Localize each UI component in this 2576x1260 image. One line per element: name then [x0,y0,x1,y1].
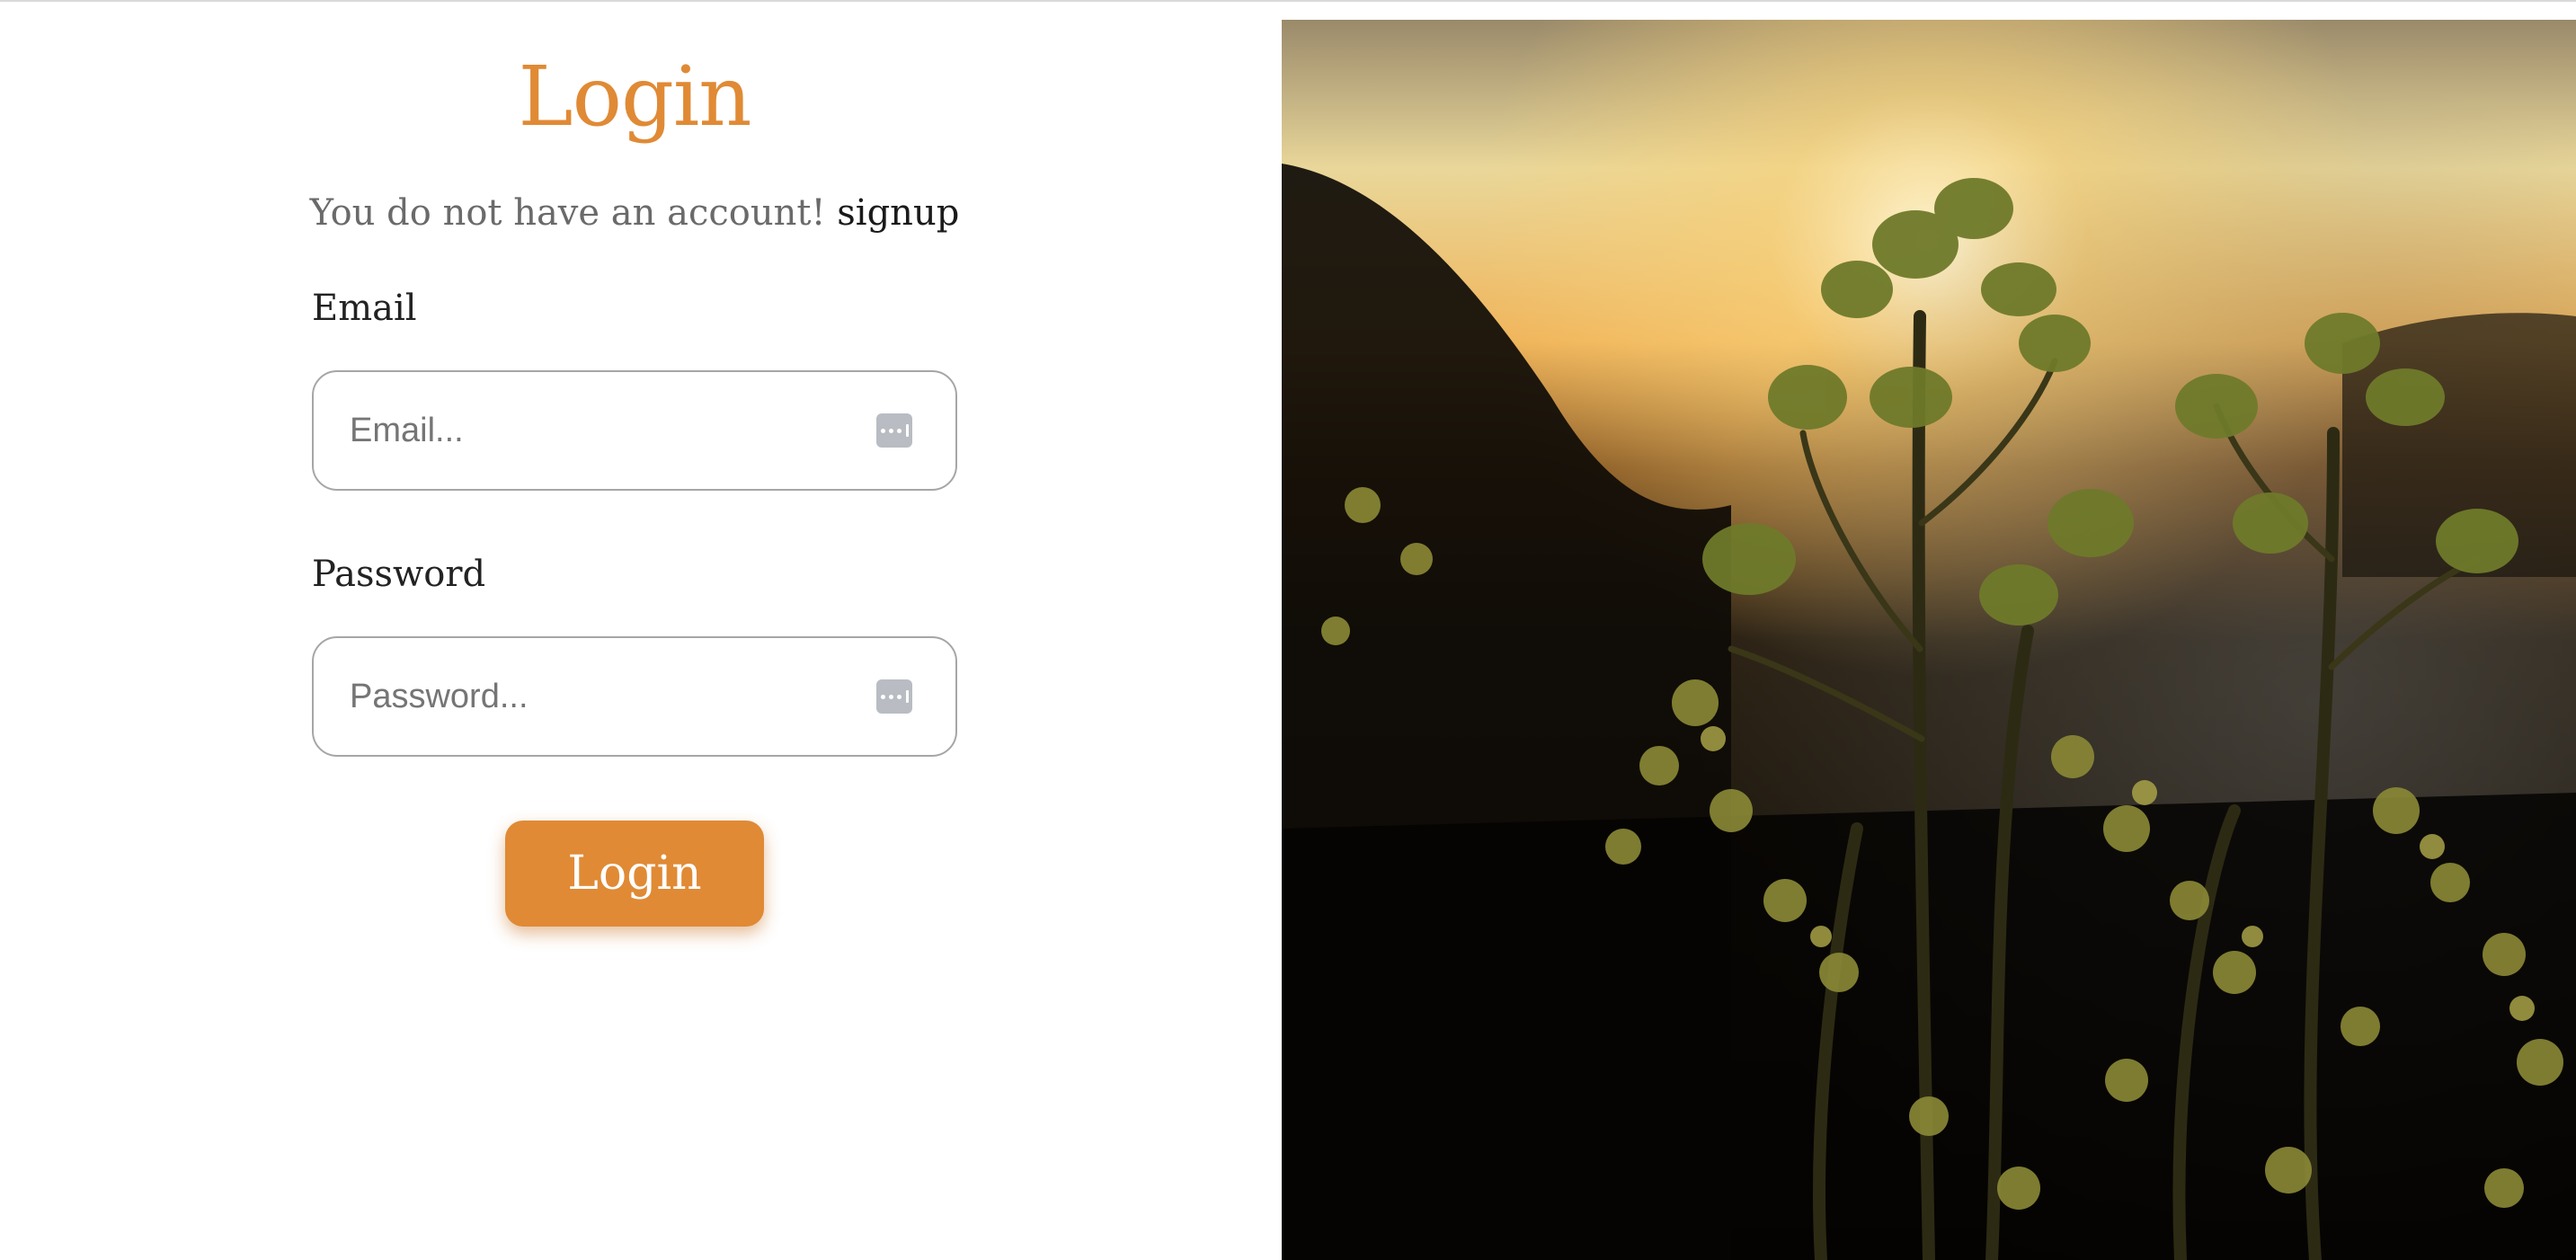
signup-link[interactable]: signup [837,192,959,234]
signup-prompt-row: You do not have an account! signup [0,192,1269,234]
signup-prompt-text: You do not have an account! [309,192,826,234]
login-panel: Login You do not have an account! signup… [0,2,1282,1260]
password-input[interactable] [350,665,853,728]
sunset-plants-photo [1282,20,2576,1260]
password-manager-key-icon[interactable] [876,679,912,714]
password-field-wrapper [312,636,957,757]
password-manager-key-icon[interactable] [876,413,912,448]
email-input[interactable] [350,399,853,462]
login-button[interactable]: Login [505,821,764,927]
hero-photo [1282,20,2576,1260]
password-label: Password [312,554,486,595]
email-label: Email [312,288,417,329]
page-title: Login [518,49,751,145]
email-field-wrapper [312,370,957,491]
